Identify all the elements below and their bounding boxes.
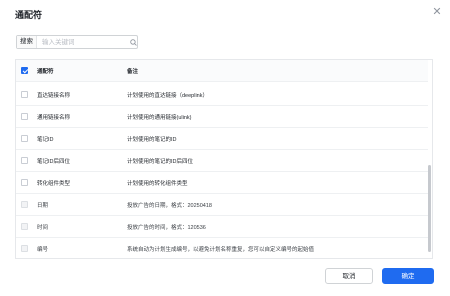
row-desc: 投放广告的时间，格式：120536 bbox=[127, 224, 206, 231]
row-checkbox[interactable] bbox=[21, 135, 28, 142]
header-name: 通配符 bbox=[37, 68, 54, 75]
row-checkbox[interactable] bbox=[21, 179, 28, 186]
cancel-button[interactable]: 取消 bbox=[325, 268, 373, 284]
row-checkbox[interactable] bbox=[21, 91, 28, 98]
row-desc: 系统自动为计划生成编号，以避免计划名称重复，您可以自定义编号的起始值 bbox=[127, 246, 315, 253]
row-name: 笔记ID bbox=[37, 136, 54, 143]
table-scrollbar-thumb[interactable] bbox=[428, 165, 431, 252]
search-category-select[interactable]: 搜索 bbox=[17, 36, 37, 48]
row-name: 转化组件类型 bbox=[37, 180, 71, 187]
table-row[interactable]: 直达链接名称 计划使用的直达链接（deeplink） bbox=[16, 84, 428, 106]
row-name: 通用链接名称 bbox=[37, 114, 71, 121]
row-checkbox[interactable] bbox=[21, 157, 28, 164]
table-row[interactable]: 通用链接名称 计划使用的通用链接(ulink) bbox=[16, 106, 428, 128]
row-desc: 投放广告的日期，格式：20250418 bbox=[127, 202, 212, 209]
row-checkbox[interactable] bbox=[21, 245, 28, 252]
row-name: 直达链接名称 bbox=[37, 92, 71, 99]
row-desc: 计划使用的笔记的ID bbox=[127, 136, 177, 143]
dialog-title: 通配符 bbox=[15, 10, 43, 20]
row-desc: 计划使用的笔记的ID后四位 bbox=[127, 158, 194, 165]
table-row[interactable]: 编号 系统自动为计划生成编号，以避免计划名称重复，您可以自定义编号的起始值 bbox=[16, 238, 428, 258]
wildcard-dialog: 通配符 ✕ 搜索 通配符 备注 直达链接名称 计划使用的直达链接（deeplin… bbox=[0, 0, 450, 296]
search-icon[interactable] bbox=[130, 36, 137, 48]
table-row[interactable]: 笔记ID 计划使用的笔记的ID bbox=[16, 128, 428, 150]
table-row[interactable]: 转化组件类型 计划使用的转化组件类型 bbox=[16, 172, 428, 194]
select-all-checkbox[interactable] bbox=[21, 67, 28, 74]
search-input[interactable] bbox=[37, 36, 130, 48]
row-name: 编号 bbox=[37, 246, 49, 253]
row-checkbox[interactable] bbox=[21, 113, 28, 120]
table-header-row: 通配符 备注 bbox=[16, 60, 428, 82]
close-icon[interactable]: ✕ bbox=[431, 6, 443, 18]
row-desc: 计划使用的通用链接(ulink) bbox=[127, 114, 192, 121]
table-row[interactable]: 时间 投放广告的时间，格式：120536 bbox=[16, 216, 428, 238]
row-checkbox[interactable] bbox=[21, 201, 28, 208]
search-bar: 搜索 bbox=[16, 35, 138, 49]
row-name: 笔记ID后四位 bbox=[37, 158, 71, 165]
header-desc: 备注 bbox=[127, 68, 139, 75]
row-checkbox[interactable] bbox=[21, 223, 28, 230]
row-desc: 计划使用的直达链接（deeplink） bbox=[127, 92, 208, 99]
wildcard-table: 通配符 备注 直达链接名称 计划使用的直达链接（deeplink） 通用链接名称… bbox=[15, 59, 433, 259]
confirm-button[interactable]: 确定 bbox=[382, 268, 434, 284]
table-row[interactable]: 笔记ID后四位 计划使用的笔记的ID后四位 bbox=[16, 150, 428, 172]
table-row[interactable]: 日期 投放广告的日期，格式：20250418 bbox=[16, 194, 428, 216]
row-name: 时间 bbox=[37, 224, 49, 231]
row-desc: 计划使用的转化组件类型 bbox=[127, 180, 188, 187]
row-name: 日期 bbox=[37, 202, 49, 209]
